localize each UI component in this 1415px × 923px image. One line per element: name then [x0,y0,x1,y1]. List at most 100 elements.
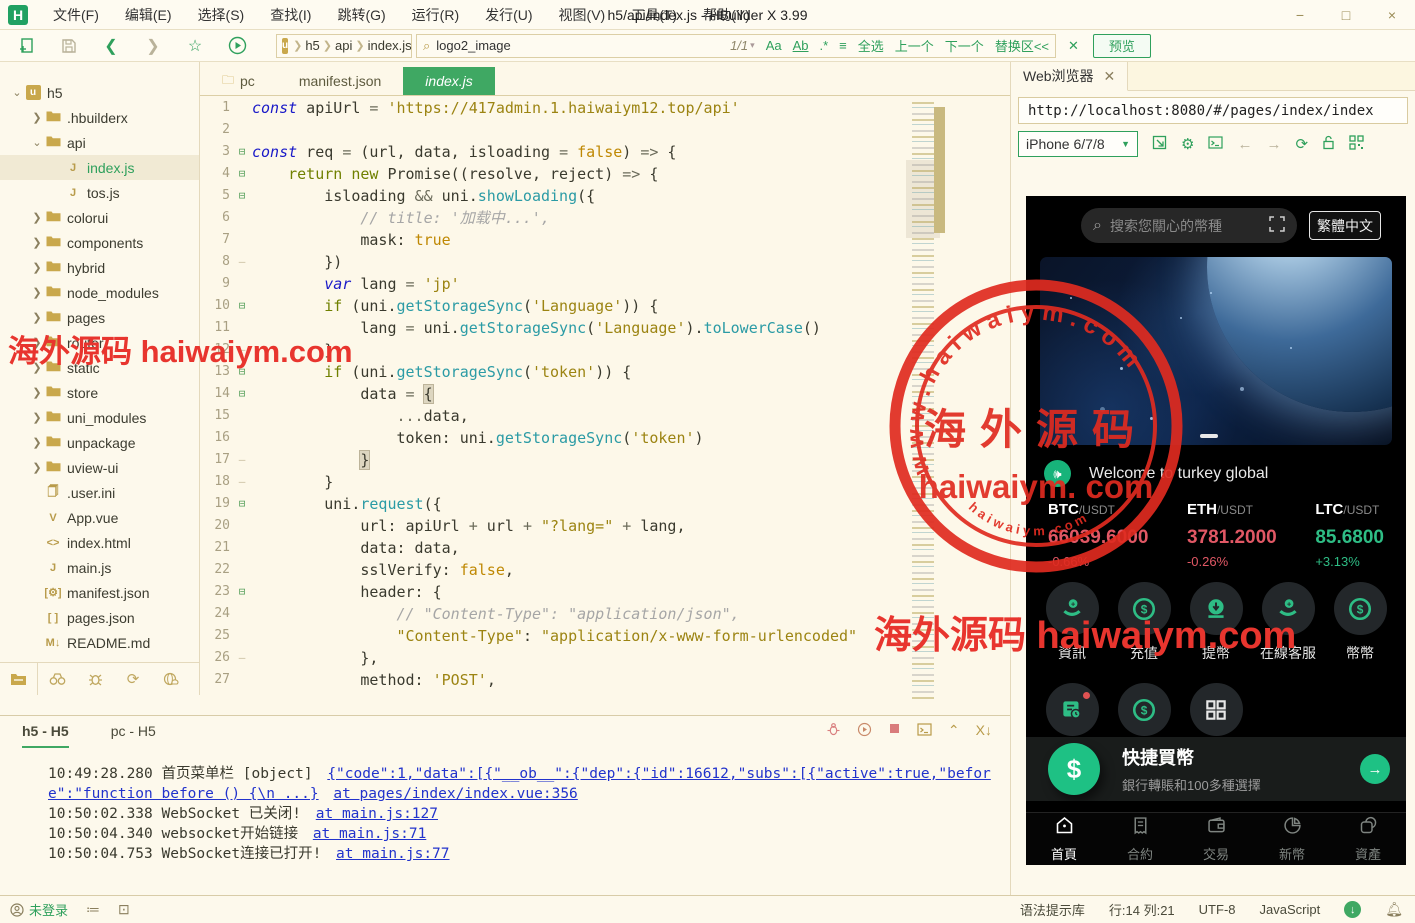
update-download-icon[interactable]: ↓ [1344,901,1361,918]
tree-chevron-icon[interactable]: ⌄ [10,86,24,99]
close-tab-icon[interactable]: ✕ [1104,68,1116,85]
menu-item-工[interactable]: 工具(T) [618,0,690,30]
menu-item-文[interactable]: 文件(F) [40,0,112,30]
editor-tab-manifest.json[interactable]: manifest.json [277,67,403,95]
quick-buy-card[interactable]: $ 快捷買幣 銀行轉賬和100多種選擇 → [1026,737,1406,801]
feature-在線客服[interactable]: +在線客服 [1252,582,1324,663]
stop-icon[interactable] [888,722,901,740]
tree-chevron-icon[interactable]: ❯ [30,336,44,349]
chevron-down-icon[interactable]: ▾ [750,40,755,51]
fold-marker-icon[interactable]: ⊟ [234,185,250,207]
ticker-LTC[interactable]: LTC/USDT85.6800+3.13% [1315,501,1384,569]
nav-資產[interactable]: 資產 [1330,813,1406,865]
tree-chevron-icon[interactable]: ❯ [30,211,44,224]
find-prev-button[interactable]: 上一个 [895,36,934,55]
maximize-button[interactable]: □ [1323,0,1369,30]
menu-item-选[interactable]: 选择(S) [185,0,258,30]
forward-button[interactable]: ❯ [138,34,168,58]
clear-scroll-icon[interactable]: X↓ [976,722,992,740]
coin-search-input[interactable]: ⌕ 搜索您關心的幣種 [1081,208,1297,243]
nav-交易[interactable]: 交易 [1178,813,1254,865]
log-source-link[interactable]: at main.js:71 [313,826,427,842]
console-tab-pc - H5[interactable]: pc - H5 [111,716,156,748]
unlock-icon[interactable] [1322,135,1335,154]
language-button[interactable]: 繁體中文 [1309,211,1381,240]
fold-marker-icon[interactable]: ⊟ [234,163,250,185]
terminal-icon[interactable] [917,722,932,740]
tree-item-node_modules[interactable]: ❯node_modules [0,280,199,305]
login-status[interactable]: 未登录 [10,900,68,919]
preview-button[interactable]: 预览 [1093,34,1151,58]
tree-item-pages[interactable]: ❯pages [0,305,199,330]
log-source-link[interactable]: at main.js:127 [316,806,438,822]
nav-新幣[interactable]: 新幣 [1254,813,1330,865]
tree-chevron-icon[interactable]: ❯ [30,411,44,424]
outline-list-icon[interactable]: ≔ [86,901,100,918]
web-browser-tab[interactable]: Web浏览器 ✕ [1011,62,1128,91]
tree-item-components[interactable]: ❯components [0,230,199,255]
search-input[interactable] [436,38,730,53]
menu-item-运[interactable]: 运行(R) [399,0,472,30]
run-button[interactable] [222,34,252,58]
tree-chevron-icon[interactable]: ❯ [30,361,44,374]
fold-marker-icon[interactable]: ⊟ [234,295,250,317]
tree-item-static[interactable]: ❯static [0,355,199,380]
tree-item-hybrid[interactable]: ❯hybrid [0,255,199,280]
code-area[interactable]: 1const apiUrl = 'https://417admin.1.haiw… [200,97,1010,715]
fold-marker-icon[interactable]: ⊟ [234,141,250,163]
select-all-button[interactable]: 全选 [858,36,884,55]
log-source-link[interactable]: at pages/index/index.vue:356 [333,786,577,802]
debug-tab-bug-icon[interactable] [76,663,114,695]
editor-scrollbar[interactable] [934,107,945,233]
tree-chevron-icon[interactable]: ❯ [30,111,44,124]
tree-item-uni_modules[interactable]: ❯uni_modules [0,405,199,430]
nav-forward-icon[interactable]: → [1266,136,1281,153]
feature-充值[interactable]: $充值 [1108,582,1180,663]
whole-word-button[interactable]: Ab [793,38,809,53]
restart-icon[interactable] [857,722,872,740]
tree-item-main.js[interactable]: Jmain.js [0,555,199,580]
save-button[interactable] [54,34,84,58]
back-button[interactable]: ❮ [96,34,126,58]
notification-bell-icon[interactable]: 🔔︎ [1385,901,1403,918]
breadcrumb-item-file[interactable]: index.js [368,38,412,53]
tree-item-index.js[interactable]: Jindex.js [0,155,199,180]
explorer-tab-folder-icon[interactable] [0,663,38,695]
menu-item-帮[interactable]: 帮助(Y) [690,0,763,30]
tree-chevron-icon[interactable]: ❯ [30,436,44,449]
tree-item-unpackage[interactable]: ❯unpackage [0,430,199,455]
editor-tab-index.js[interactable]: index.js [403,67,494,95]
fold-marker-icon[interactable]: ⊟ [234,361,250,383]
tree-item-router[interactable]: ❯router [0,330,199,355]
cursor-position[interactable]: 行:14 列:21 [1109,900,1175,919]
feature-資訊[interactable]: +資訊 [1036,582,1108,663]
nav-首頁[interactable]: 首頁 [1026,813,1102,865]
tree-item-store[interactable]: ❯store [0,380,199,405]
url-bar[interactable]: http://localhost:8080/#/pages/index/inde… [1018,97,1408,124]
tree-chevron-icon[interactable]: ❯ [30,311,44,324]
remote-tab-globe-icon[interactable] [152,663,190,695]
feature-幣幣[interactable]: $幣幣 [1324,582,1396,663]
menu-item-发[interactable]: 发行(U) [472,0,545,30]
tree-chevron-icon[interactable]: ❯ [30,461,44,474]
tree-item-manifest.json[interactable]: [⚙]manifest.json [0,580,199,605]
match-case-button[interactable]: Aa [766,38,782,53]
collapse-panel-icon[interactable]: ⌃ [948,722,960,740]
console-tab-h5 - H5[interactable]: h5 - H5 [22,716,69,748]
close-search-icon[interactable]: ✕ [1068,38,1079,54]
tree-item-colorui[interactable]: ❯colorui [0,205,199,230]
reload-icon[interactable]: ⟳ [1295,135,1308,153]
feature-提幣[interactable]: 提幣 [1180,582,1252,663]
minimap[interactable] [912,102,934,702]
open-external-icon[interactable] [1152,135,1167,154]
banner-carousel[interactable] [1040,257,1392,445]
announcement-row[interactable]: 🕪 Welcome to turkey global [1044,460,1268,487]
menu-item-查[interactable]: 查找(I) [257,0,324,30]
encoding-label[interactable]: UTF-8 [1199,902,1236,917]
tree-chevron-icon[interactable]: ❯ [30,286,44,299]
refresh-tab-icon[interactable]: ⟳ [114,663,152,695]
tree-item-index.html[interactable]: <>index.html [0,530,199,555]
nav-back-icon[interactable]: ← [1237,136,1252,153]
tree-item-App.vue[interactable]: VApp.vue [0,505,199,530]
arrow-right-button[interactable]: → [1360,754,1390,784]
